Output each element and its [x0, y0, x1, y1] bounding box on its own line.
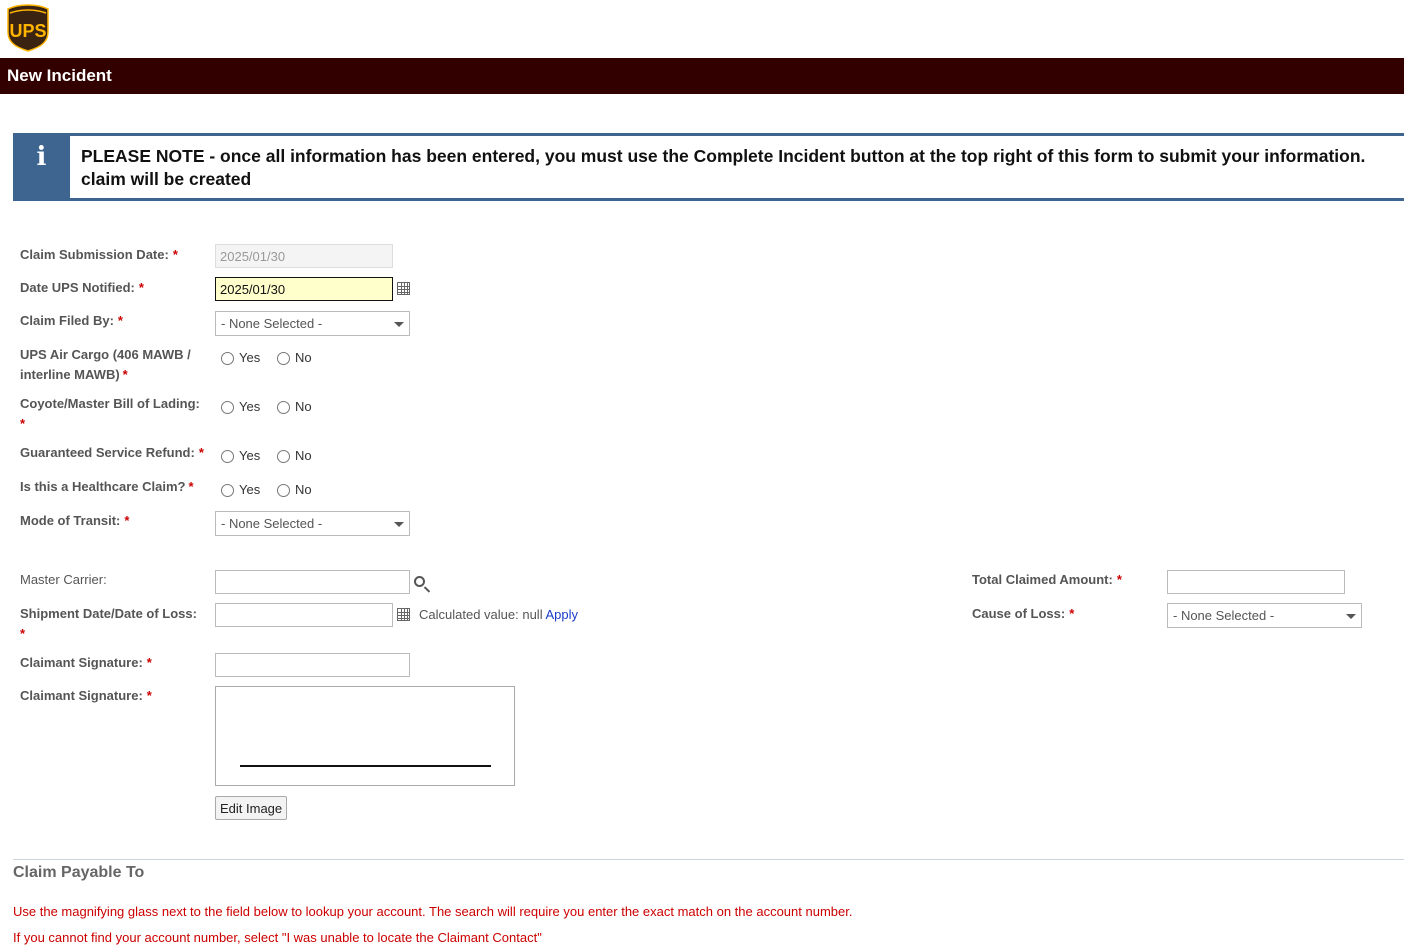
calendar-icon[interactable]: [397, 282, 410, 295]
claimant-signature-image-label: Claimant Signature: *: [20, 688, 152, 703]
mode-of-transit-select[interactable]: - None Selected -: [215, 511, 410, 536]
master-carrier-label: Master Carrier:: [20, 572, 107, 587]
chevron-down-icon: [394, 322, 404, 327]
air-cargo-no-label: No: [295, 350, 312, 365]
guaranteed-refund-no-label: No: [295, 448, 312, 463]
edit-image-button[interactable]: Edit Image: [215, 796, 288, 820]
shipment-date-field[interactable]: [215, 603, 393, 627]
shipment-date-label: Shipment Date/Date of Loss: *: [20, 606, 197, 641]
signature-pad[interactable]: [215, 686, 515, 786]
note-line1: PLEASE NOTE - once all information has b…: [81, 146, 1366, 166]
section-title: Claim Payable To: [13, 864, 145, 881]
guaranteed-refund-label: Guaranteed Service Refund: *: [20, 445, 204, 460]
guaranteed-refund-no-radio[interactable]: [277, 450, 290, 463]
chevron-down-icon: [1346, 614, 1356, 619]
coyote-label: Coyote/Master Bill of Lading: *: [20, 396, 200, 431]
healthcare-no-label: No: [295, 482, 312, 497]
coyote-yes-radio[interactable]: [221, 401, 234, 414]
payable-instruction: Use the magnifying glass next to the fie…: [13, 904, 853, 919]
claim-filed-by-select[interactable]: - None Selected -: [215, 311, 410, 336]
info-icon: i: [13, 133, 70, 201]
page-title: New Incident: [7, 66, 112, 85]
claimant-signature-label: Claimant Signature: *: [20, 655, 152, 670]
claimant-signature-field[interactable]: [215, 653, 410, 677]
coyote-yes-label: Yes: [239, 399, 261, 414]
coyote-no-label: No: [295, 399, 312, 414]
air-cargo-yes-radio[interactable]: [221, 352, 234, 365]
note-line2: claim will be created: [81, 169, 252, 189]
cause-of-loss-select[interactable]: - None Selected -: [1167, 603, 1362, 628]
master-carrier-field[interactable]: [215, 570, 410, 594]
guaranteed-refund-yes-label: Yes: [239, 448, 261, 463]
logo-bar: UPS: [0, 0, 1404, 58]
claim-submission-date-label: Claim Submission Date: *: [20, 247, 178, 262]
logo-text: UPS: [9, 21, 46, 41]
healthcare-label: Is this a Healthcare Claim? *: [20, 479, 194, 494]
mode-of-transit-label: Mode of Transit: *: [20, 513, 130, 528]
note-banner: i PLEASE NOTE - once all information has…: [13, 133, 1404, 201]
title-bar: New Incident: [0, 58, 1404, 94]
air-cargo-no-radio[interactable]: [277, 352, 290, 365]
date-ups-notified-field[interactable]: [215, 277, 393, 301]
healthcare-yes-label: Yes: [239, 482, 261, 497]
note-message: PLEASE NOTE - once all information has b…: [81, 145, 1404, 191]
healthcare-no-radio[interactable]: [277, 484, 290, 497]
claim-submission-date-field[interactable]: [215, 244, 393, 268]
healthcare-yes-radio[interactable]: [221, 484, 234, 497]
total-claimed-amount-label: Total Claimed Amount: *: [972, 572, 1122, 587]
calculated-value: Calculated value: null Apply: [419, 607, 579, 622]
date-ups-notified-label: Date UPS Notified: *: [20, 280, 144, 295]
cause-of-loss-label: Cause of Loss: *: [972, 606, 1075, 621]
ups-logo-icon: UPS: [7, 4, 49, 52]
claim-filed-by-label: Claim Filed By: *: [20, 313, 123, 328]
air-cargo-yes-label: Yes: [239, 350, 261, 365]
total-claimed-amount-field[interactable]: [1167, 570, 1345, 594]
signature-line: [240, 765, 491, 767]
guaranteed-refund-yes-radio[interactable]: [221, 450, 234, 463]
apply-link[interactable]: Apply: [545, 607, 578, 622]
chevron-down-icon: [394, 522, 404, 527]
search-icon[interactable]: [414, 576, 425, 587]
calendar-icon[interactable]: [397, 608, 410, 621]
coyote-no-radio[interactable]: [277, 401, 290, 414]
section-divider: [13, 859, 1404, 860]
air-cargo-label: UPS Air Cargo (406 MAWB / interline MAWB)…: [20, 347, 191, 382]
